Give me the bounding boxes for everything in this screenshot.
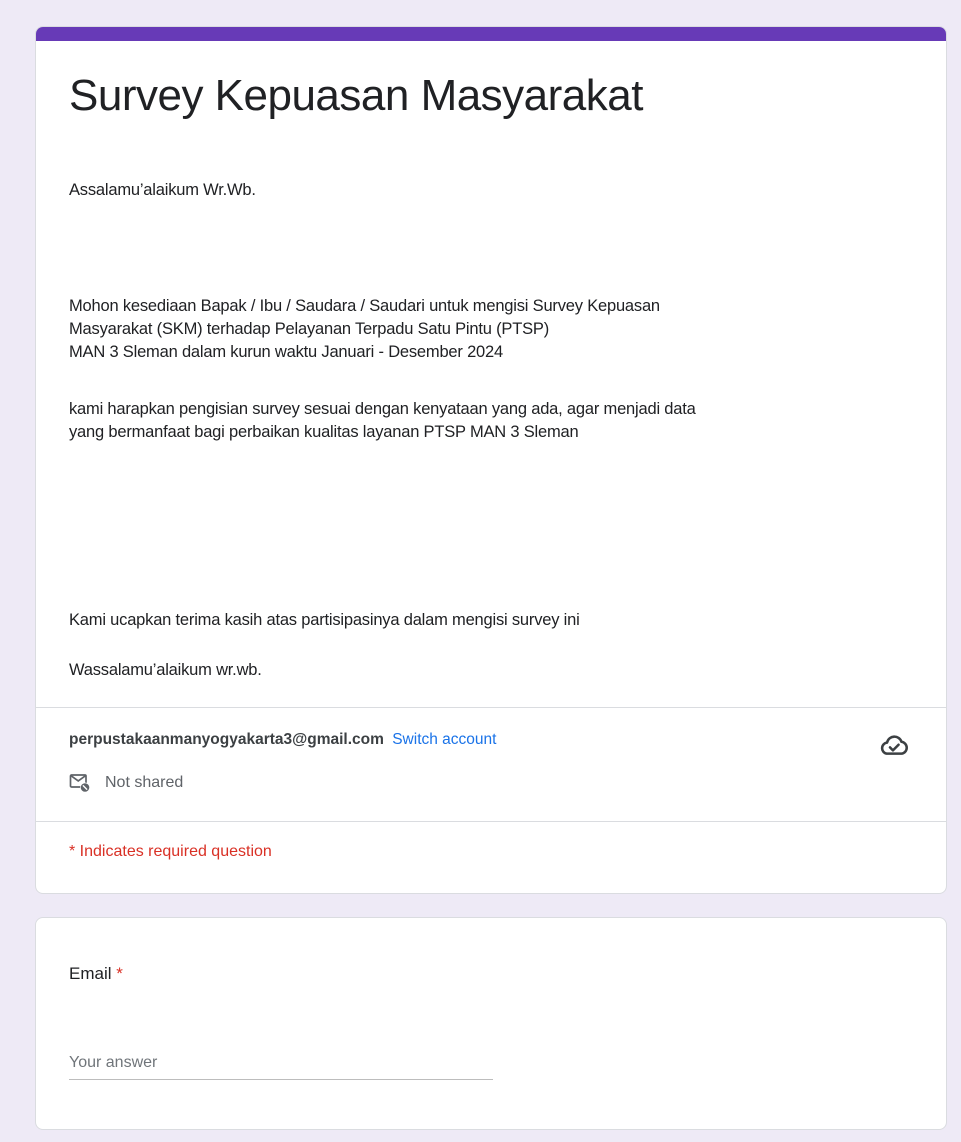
description-thanks: Kami ucapkan terima kasih atas partisipa…: [69, 611, 580, 629]
question-title: Email: [69, 964, 112, 983]
share-status-row: Not shared: [69, 773, 183, 793]
form-header-card: Survey Kepuasan Masyarakat Assalamu’alai…: [35, 26, 947, 894]
required-question-note: * Indicates required question: [69, 843, 272, 860]
share-status-text: Not shared: [105, 774, 184, 791]
mail-not-shared-icon: [69, 774, 90, 793]
email-answer-input[interactable]: [69, 1046, 493, 1080]
divider: [36, 707, 946, 708]
question-label: Email *: [69, 964, 123, 984]
form-title: Survey Kepuasan Masyarakat: [69, 71, 643, 120]
account-row: perpustakaanmanyogyakarta3@gmail.com Swi…: [69, 731, 496, 749]
description-greeting: Assalamu’alaikum Wr.Wb.: [69, 181, 256, 199]
description-closing: Wassalamu’alaikum wr.wb.: [69, 661, 262, 679]
description-line: kami harapkan pengisian survey sesuai de…: [69, 400, 696, 418]
description-line: Mohon kesediaan Bapak / Ibu / Saudara / …: [69, 297, 660, 315]
accent-bar: [36, 27, 946, 41]
required-asterisk: *: [116, 964, 123, 983]
cloud-check-icon[interactable]: [878, 729, 910, 761]
account-email: perpustakaanmanyogyakarta3@gmail.com: [69, 731, 384, 748]
question-card-email: Email *: [35, 917, 947, 1130]
divider: [36, 821, 946, 822]
description-line: yang bermanfaat bagi perbaikan kualitas …: [69, 423, 579, 441]
switch-account-link[interactable]: Switch account: [392, 731, 496, 748]
description-line: MAN 3 Sleman dalam kurun waktu Januari -…: [69, 343, 503, 361]
description-line: Masyarakat (SKM) terhadap Pelayanan Terp…: [69, 320, 549, 338]
